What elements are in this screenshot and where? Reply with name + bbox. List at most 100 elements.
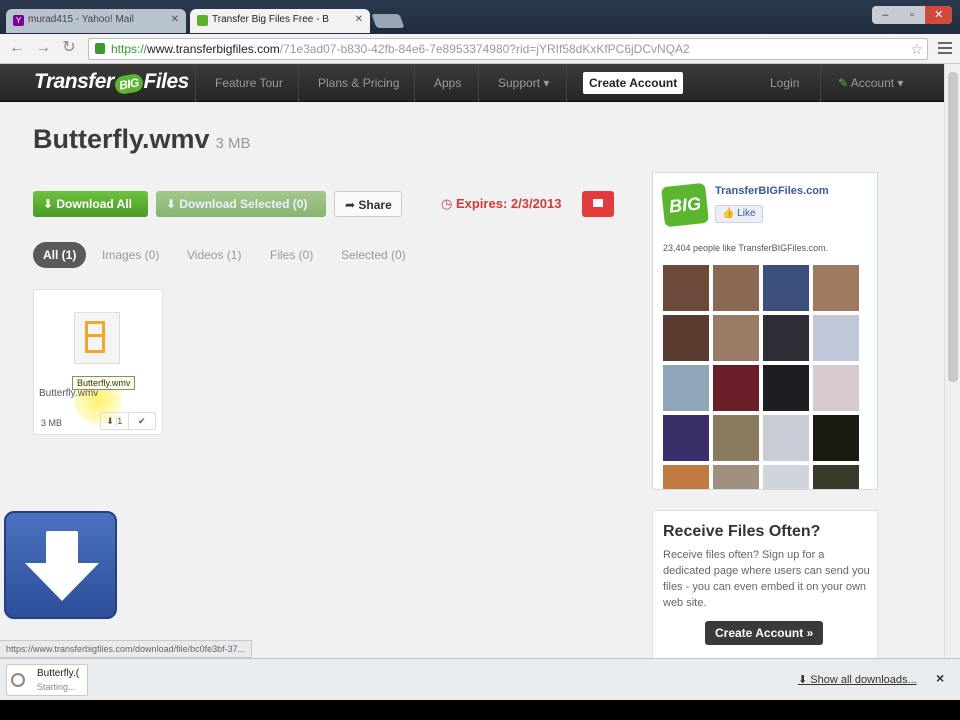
- nav-feature-tour[interactable]: Feature Tour: [215, 76, 283, 90]
- fb-fan-avatar[interactable]: [813, 315, 859, 361]
- share-button[interactable]: ➦ Share: [334, 191, 402, 217]
- fb-fan-avatar[interactable]: [663, 315, 709, 361]
- nav-apps[interactable]: Apps: [434, 76, 461, 90]
- fb-fan-avatar[interactable]: [763, 315, 809, 361]
- tab-yahoo-mail[interactable]: Y murad415 - Yahoo! Mail ✕: [6, 9, 186, 33]
- close-icon[interactable]: ×: [936, 670, 944, 686]
- file-tooltip: Butterfly.wmv: [72, 376, 136, 390]
- receive-create-account-button[interactable]: Create Account »: [705, 621, 824, 645]
- download-icon: ⬇: [43, 197, 57, 211]
- fb-fan-avatar[interactable]: [763, 265, 809, 311]
- tab-title: murad415 - Yahoo! Mail: [28, 14, 134, 25]
- nav-support[interactable]: Support ▾: [498, 76, 549, 90]
- chevron-down-icon: ▾: [540, 76, 550, 90]
- chevron-down-icon: ▾: [894, 76, 904, 90]
- forward-arrow-icon[interactable]: →: [34, 39, 52, 57]
- filter-tab-selected[interactable]: Selected (0): [331, 242, 416, 268]
- nav-divider: [298, 64, 299, 102]
- address-bar[interactable]: https://www.transferbigfiles.com/71e3ad0…: [88, 38, 928, 60]
- fb-fan-avatar[interactable]: [813, 365, 859, 411]
- new-tab-button[interactable]: [371, 14, 405, 28]
- fb-page-name[interactable]: TransferBIGFiles.com: [715, 185, 829, 197]
- back-arrow-icon[interactable]: ←: [8, 39, 26, 57]
- nav-plans-pricing[interactable]: Plans & Pricing: [318, 76, 399, 90]
- file-card-size: 3 MB: [41, 418, 63, 428]
- fb-fan-avatar[interactable]: [713, 365, 759, 411]
- download-item-name: Butterfly.(: [37, 668, 80, 679]
- receive-files-box: Receive Files Often? Receive files often…: [652, 510, 878, 658]
- tbf-icon: [197, 15, 208, 26]
- fb-fan-avatar[interactable]: [663, 365, 709, 411]
- fb-fan-avatar[interactable]: [813, 465, 859, 489]
- fb-fan-avatar[interactable]: [763, 365, 809, 411]
- fb-fan-avatar[interactable]: [663, 415, 709, 461]
- fb-like-button[interactable]: 👍 Like: [715, 205, 763, 223]
- download-selected-button[interactable]: ⬇ Download Selected (0): [156, 191, 326, 217]
- file-select-checkbox[interactable]: ✔: [127, 413, 156, 429]
- share-arrow-icon: ➦: [345, 198, 359, 212]
- create-account-button[interactable]: Create Account: [583, 72, 684, 94]
- account-icon: ✎: [838, 76, 849, 90]
- fb-fan-avatar[interactable]: [813, 415, 859, 461]
- close-icon[interactable]: ✕: [355, 14, 363, 25]
- clock-icon: ◷: [441, 196, 456, 211]
- download-item-status: Starting...: [37, 682, 76, 692]
- fb-fan-avatar[interactable]: [713, 415, 759, 461]
- minimize-icon[interactable]: –: [872, 6, 899, 24]
- nav-divider: [195, 64, 196, 102]
- file-download-button[interactable]: ⬇ 1: [101, 413, 128, 429]
- tab-transfer-big-files[interactable]: Transfer Big Files Free - B ✕: [190, 9, 370, 33]
- tbf-big-logo[interactable]: BIG: [661, 182, 709, 228]
- close-icon[interactable]: ✕: [171, 14, 179, 25]
- status-bar-url: https://www.transferbigfiles.com/downloa…: [0, 640, 253, 658]
- fb-fan-avatar[interactable]: [713, 265, 759, 311]
- filter-tab-videos[interactable]: Videos (1): [177, 242, 251, 268]
- checkmark-icon: ✔: [137, 416, 146, 426]
- window-controls: – ▫ ✕: [872, 6, 953, 24]
- report-flag-button[interactable]: [582, 191, 614, 217]
- fb-fan-avatar[interactable]: [763, 465, 809, 489]
- scrollbar-thumb[interactable]: [948, 72, 958, 382]
- download-progress-icon: [11, 673, 25, 687]
- page-title: Butterfly.wmv 3 MB: [33, 124, 251, 154]
- url-host: www.transferbigfiles.com: [147, 42, 280, 56]
- browser-menu-icon[interactable]: [938, 42, 952, 57]
- fb-fan-avatar[interactable]: [813, 265, 859, 311]
- letterbox: [0, 700, 960, 720]
- download-arrow-icon: [4, 511, 117, 619]
- fb-fan-avatar[interactable]: [663, 265, 709, 311]
- show-all-downloads-link[interactable]: ⬇ Show all downloads...: [798, 673, 917, 686]
- maximize-icon[interactable]: ▫: [899, 6, 926, 24]
- filter-tab-files[interactable]: Files (0): [260, 242, 323, 268]
- nav-account[interactable]: ✎ Account ▾: [838, 76, 903, 90]
- bookmark-star-icon[interactable]: ☆: [910, 39, 923, 59]
- facebook-like-box: BIG TransferBIGFiles.com 👍 Like 23,404 p…: [652, 172, 878, 490]
- fb-faces-grid: [663, 265, 863, 489]
- filter-tab-images[interactable]: Images (0): [92, 242, 169, 268]
- file-card[interactable]: Butterfly.wmv Butterfly.wmv 3 MB ⬇ 1 ✔: [33, 289, 163, 435]
- page-viewport: Transfer BIG Files Feature Tour Plans & Pr…: [0, 64, 944, 658]
- page-scrollbar[interactable]: [944, 64, 960, 658]
- fb-fan-avatar[interactable]: [663, 465, 709, 489]
- download-icon: ⬇: [798, 674, 811, 686]
- receive-title: Receive Files Often?: [663, 523, 821, 540]
- download-item[interactable]: Butterfly.( Starting...: [6, 664, 88, 696]
- thumbs-up-icon: 👍: [722, 208, 738, 219]
- download-all-button[interactable]: ⬇ Download All: [33, 191, 148, 217]
- nav-divider: [566, 64, 567, 102]
- fb-fan-avatar[interactable]: [763, 415, 809, 461]
- filter-tab-all[interactable]: All (1): [33, 242, 87, 268]
- site-logo[interactable]: Transfer BIG Files: [34, 70, 189, 96]
- yahoo-icon: Y: [13, 15, 24, 26]
- download-shelf: Butterfly.( Starting... ⬇ Show all downl…: [0, 658, 960, 700]
- window-close-icon[interactable]: ✕: [925, 6, 953, 24]
- fb-fan-avatar[interactable]: [713, 315, 759, 361]
- site-nav: Transfer BIG Files Feature Tour Plans & Pr…: [0, 64, 944, 102]
- file-card-actions: ⬇ 1 ✔: [100, 412, 156, 430]
- url-scheme: https://: [111, 42, 148, 56]
- fb-fan-avatar[interactable]: [713, 465, 759, 489]
- nav-login[interactable]: Login: [770, 76, 799, 90]
- reload-icon[interactable]: ↻: [60, 39, 78, 57]
- download-icon: ⬇: [106, 416, 117, 426]
- download-icon: ⬇: [166, 197, 180, 211]
